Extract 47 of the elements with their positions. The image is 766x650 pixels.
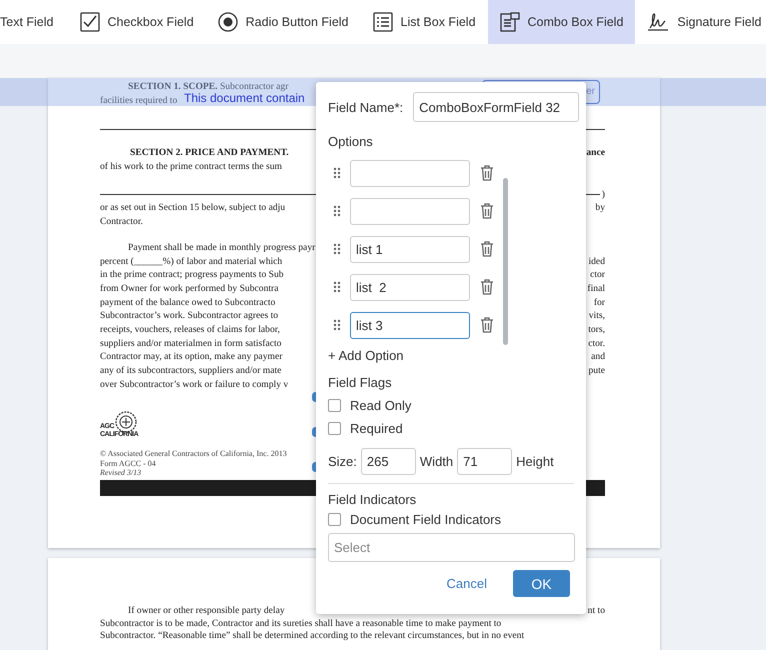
document-text: and <box>591 350 605 364</box>
document-text: ance <box>586 146 605 160</box>
section-label: Field Flags <box>328 375 393 390</box>
document-text: final <box>587 282 605 296</box>
document-text: ctor. <box>588 336 605 350</box>
footer-text: Revised 3/13 <box>100 468 142 478</box>
section-label: Field Indicators <box>328 492 418 507</box>
document-text: percent (______%) of labor and material which <box>100 254 282 268</box>
document-text: Contractor. <box>100 215 143 229</box>
document-text: of his work to the prime contract terms the sum <box>100 160 282 174</box>
document-text: any of its subcontractors, suppliers and/or mate <box>100 364 282 378</box>
checkbox-label: Required <box>350 421 403 436</box>
document-text: or as set out in Section 15 below, subject to adju <box>100 201 286 216</box>
document-text: vits, <box>588 309 605 323</box>
document-text: ) <box>602 188 605 202</box>
document-text: ided <box>588 254 605 268</box>
document-text: for <box>594 296 605 310</box>
checkbox-label: Document Field Indicators <box>350 512 502 527</box>
document-text: from Owner for work performed by Subcontra <box>100 282 278 296</box>
document-text: payment of the balance owed to Subcontracto <box>100 296 276 310</box>
notice-text: This document contain <box>184 91 305 105</box>
document-text: Subcontractor. “Reasonable time” shall be determined according to the relevant circumstances, but in no event <box>100 630 524 642</box>
document-text: Subcontractor’s work. Subcontractor agrees to <box>100 309 278 323</box>
document-text: pute <box>588 364 605 378</box>
field-label: Height <box>516 454 554 469</box>
document-text: SECTION 1. SCOPE. Subcontractor agr <box>127 80 288 93</box>
document-text: in the prime contract; progress payments to Sub <box>100 268 284 282</box>
footer-text: Form AGCC - 04 <box>100 458 156 468</box>
document-text: ctor <box>590 268 605 282</box>
document-text: SECTION 2. PRICE AND PAYMENT. <box>129 146 289 160</box>
section-label: Options <box>328 134 374 149</box>
document-text: Subcontractor is to be made, Contractor and its sureties shall have a reasonable time to make payment to <box>100 618 502 630</box>
document-text: tors, <box>588 322 605 337</box>
document-text: by <box>595 201 605 216</box>
document-text: Payment shall be made in monthly progress payr <box>127 240 316 254</box>
checkbox-label: Read Only <box>350 398 412 413</box>
document-text: facilities required to <box>100 94 178 108</box>
document-text: nt to <box>588 605 605 618</box>
field-label: Field Name*: <box>328 100 404 114</box>
footer-text: © Associated General Contractors of California, Inc. 2013 <box>100 449 287 459</box>
document-text: receipts, vouchers, releases of claims for labor, <box>100 322 280 337</box>
field-label: Size: <box>328 454 357 469</box>
field-label: Width <box>420 454 454 469</box>
document-text: Contractor may, at its option, make any paymer <box>100 350 282 364</box>
document-text: suppliers and/or materialmen in form satisfacto <box>100 336 282 350</box>
document-text: over Subcontractor’s work or failure to comply v <box>100 378 288 392</box>
document-text: If owner or other responsible party delay <box>127 605 285 618</box>
